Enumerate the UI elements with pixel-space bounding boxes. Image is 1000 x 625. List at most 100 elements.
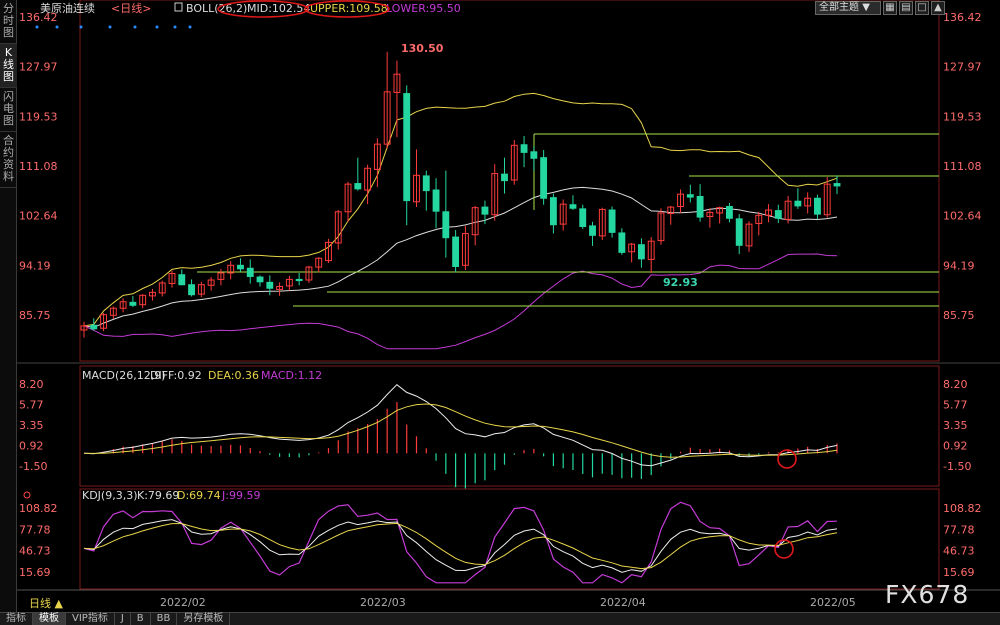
- candle-body: [549, 197, 557, 226]
- kdj-tick-right: 15.69: [943, 566, 975, 579]
- candle-body: [833, 183, 841, 187]
- price-panel-border: [79, 0, 940, 362]
- window-button-2[interactable]: ▤: [899, 1, 913, 15]
- kdj-tick-right: 46.73: [943, 545, 975, 558]
- bottom-toolbar: 指标 模板 VIP指标 J B BB 另存模板: [0, 612, 1000, 625]
- candle-body: [246, 267, 254, 277]
- candle-body: [266, 281, 274, 289]
- scroll-up-icon: ▲: [934, 2, 942, 13]
- candlesticks: [80, 51, 841, 338]
- date-label-feb: 2022/02: [160, 596, 206, 609]
- theme-select[interactable]: 全部主题 ▼: [815, 1, 881, 15]
- price-tick-left: 111.08: [19, 160, 58, 173]
- candle-body: [540, 157, 548, 199]
- price-axis: 136.42 136.42127.97 127.97119.53 119.53111.…: [19, 11, 982, 322]
- candle-body: [814, 197, 821, 215]
- boll-upper-line: [83, 92, 838, 327]
- kdj-marker-icon[interactable]: [23, 491, 31, 499]
- kdj-panel: 108.82 108.82 77.78 77.78 46.73 46.73 15.69 15.…: [19, 501, 982, 584]
- legend-dot: [188, 25, 192, 29]
- candle-body: [569, 204, 577, 209]
- window-button-3[interactable]: □: [915, 1, 929, 15]
- price-tick-right: 119.53: [943, 110, 982, 123]
- low-annotation: 92.93: [663, 276, 698, 289]
- tab-vip-indicators[interactable]: VIP指标: [66, 612, 115, 625]
- tab-j[interactable]: J: [115, 612, 131, 625]
- legend-dot: [79, 25, 83, 29]
- expand-icon: □: [917, 2, 927, 13]
- macd-legend-macd: MACD:1.12: [261, 369, 322, 382]
- left-sidebar: 分时图 K线图 闪电图 合约资料: [0, 0, 17, 612]
- legend-dot: [35, 25, 39, 29]
- kdj-panel-border: [79, 488, 940, 590]
- tab-kline[interactable]: K线图: [0, 44, 17, 88]
- price-tick-left: 119.53: [19, 110, 58, 123]
- kdj-tick-left: 108.82: [19, 502, 58, 515]
- price-tick-right: 102.64: [943, 210, 982, 223]
- candle-body: [422, 175, 430, 192]
- candle-body: [432, 189, 440, 212]
- legend-checkbox-icon[interactable]: [174, 2, 183, 12]
- macd-panel: 8.20 8.20 5.77 5.77 3.35 3.35 0.92 0.92 -1.50 -1.…: [19, 378, 971, 489]
- tab-contract-info[interactable]: 合约资料: [0, 132, 17, 188]
- legend-dot: [108, 25, 112, 29]
- candle-body: [188, 284, 196, 296]
- tab-flash[interactable]: 闪电图: [0, 88, 17, 132]
- legend-dots: [35, 25, 192, 29]
- candle-body: [256, 276, 264, 283]
- legend-dot: [155, 25, 159, 29]
- price-tick-right: 111.08: [943, 160, 982, 173]
- candle-body: [696, 195, 704, 218]
- macd-tick-right: 5.77: [943, 399, 968, 412]
- kdj-tick-left: 77.78: [19, 523, 51, 536]
- macd-legend-diff: DIFF:0.92: [150, 369, 202, 382]
- price-tick-right: 136.42: [943, 11, 982, 24]
- tab-indicators[interactable]: 指标: [0, 612, 33, 625]
- high-annotation: 130.50: [401, 42, 444, 55]
- macd-tick-right: 8.20: [943, 378, 968, 391]
- candle-body: [530, 151, 538, 159]
- candle-body: [295, 278, 303, 282]
- candle-body: [735, 218, 743, 246]
- macd-tick-left: 8.20: [19, 378, 44, 391]
- kdj-legend-name: KDJ(9,3,3): [82, 489, 138, 502]
- tab-template[interactable]: 模板: [33, 612, 66, 625]
- kdj-tick-left: 46.73: [19, 545, 51, 558]
- candle-body: [354, 183, 362, 190]
- candle-body: [129, 301, 137, 306]
- price-tick-right: 127.97: [943, 61, 982, 74]
- candle-body: [618, 232, 626, 253]
- candle-body: [452, 236, 460, 267]
- kdj-tick-left: 15.69: [19, 566, 51, 579]
- candle-body: [686, 194, 694, 198]
- candle-body: [579, 208, 587, 227]
- candle-body: [725, 205, 733, 219]
- layout-icon: ▦: [885, 2, 895, 13]
- legend-lower: LOWER:95.50: [386, 2, 461, 15]
- kdj-legend-j: J:99.59: [221, 489, 260, 502]
- chart-area[interactable]: 136.42 136.42127.97 127.97119.53 119.53111.…: [17, 0, 1000, 612]
- price-tick-left: 94.19: [19, 259, 51, 272]
- candle-body: [520, 144, 528, 153]
- legend-dot: [133, 25, 137, 29]
- window-button-1[interactable]: ▦: [883, 1, 897, 15]
- macd-tick-left: 0.92: [19, 440, 44, 453]
- date-label-mar: 2022/03: [360, 596, 406, 609]
- candle-body: [637, 244, 645, 260]
- theme-select-label: 全部主题: [819, 2, 859, 13]
- period-label[interactable]: 日线 ▲: [29, 596, 63, 610]
- candle-body: [501, 173, 508, 182]
- candle-body: [403, 93, 411, 202]
- date-label-apr: 2022/04: [600, 596, 646, 609]
- tab-b[interactable]: B: [131, 612, 151, 625]
- kdj-tick-right: 108.82: [943, 502, 982, 515]
- grid-icon: ▤: [901, 2, 911, 13]
- macd-tick-right: 0.92: [943, 440, 968, 453]
- tab-save-template[interactable]: 另存模板: [177, 612, 231, 625]
- chevron-down-icon: ▼: [862, 2, 870, 13]
- tab-bb[interactable]: BB: [151, 612, 178, 625]
- tab-time-sharing[interactable]: 分时图: [0, 0, 17, 44]
- candle-body: [442, 211, 450, 239]
- macd-legend-dea: DEA:0.36: [208, 369, 259, 382]
- window-button-4[interactable]: ▲: [931, 1, 945, 15]
